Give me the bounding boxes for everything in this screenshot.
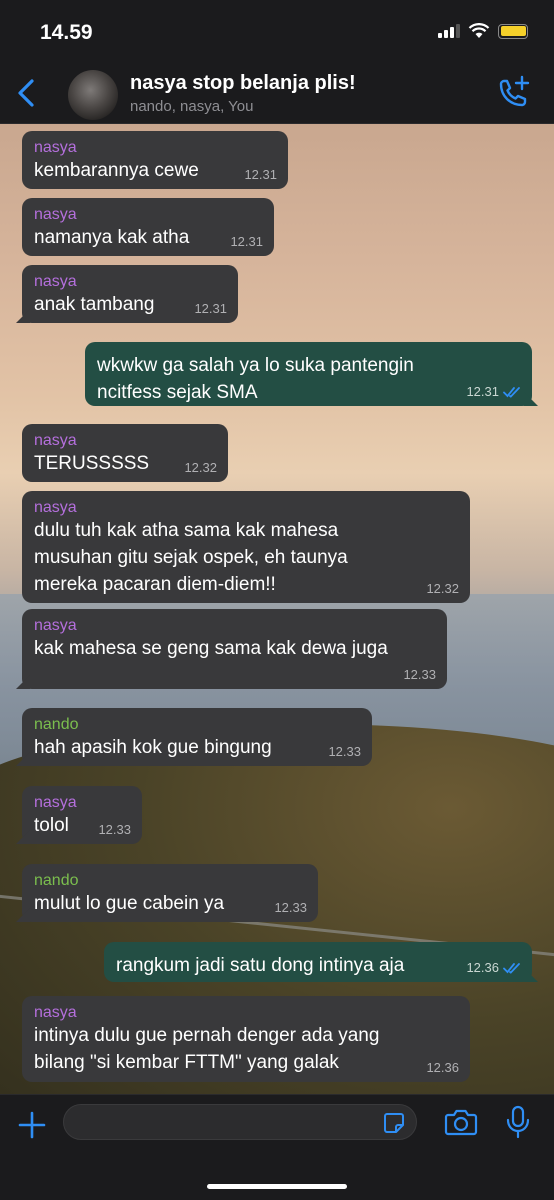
message-text: namanya kak atha <box>34 227 190 248</box>
double-check-icon <box>503 386 520 398</box>
bubble-tail <box>16 309 30 323</box>
chevron-left-icon[interactable] <box>12 76 42 110</box>
message-bubble[interactable]: nasya namanya kak atha 12.31 <box>22 198 274 256</box>
message-sender[interactable]: nasya <box>34 498 458 517</box>
message-bubble[interactable]: nasya kak mahesa se geng sama kak dewa ju… <box>16 609 447 689</box>
message-text: kembarannya cewe <box>34 160 199 181</box>
wifi-icon <box>468 23 490 38</box>
message-time: 12.33 <box>274 900 307 915</box>
message-input[interactable] <box>63 1104 417 1140</box>
message-meta: 12.31 <box>244 167 277 182</box>
message-sender[interactable]: nasya <box>34 616 435 635</box>
chat-title[interactable]: nasya stop belanja plis! <box>130 72 356 95</box>
message-sender[interactable]: nasya <box>34 431 216 450</box>
message-time: 12.36 <box>426 1060 459 1075</box>
message-time: 12.31 <box>194 301 227 316</box>
status-time: 14.59 <box>40 21 93 44</box>
message-bubble[interactable]: nasya dulu tuh kak atha sama kak mahesa m… <box>22 491 470 603</box>
message-text: kak mahesa se geng sama kak dewa juga <box>34 638 388 659</box>
message-meta: 12.31 <box>466 384 521 399</box>
group-avatar[interactable] <box>68 70 118 120</box>
add-call-icon[interactable] <box>492 74 532 114</box>
message-bubble[interactable]: nando mulut lo gue cabein ya 12.33 <box>16 864 318 922</box>
message-sender[interactable]: nasya <box>34 205 262 224</box>
message-meta: 12.31 <box>194 301 227 316</box>
message-time: 12.31 <box>230 234 263 249</box>
battery-icon <box>498 23 528 39</box>
message-text: hah apasih kok gue bingung <box>34 737 272 758</box>
message-bubble[interactable]: nasya TERUSSSSS 12.32 <box>22 424 228 482</box>
message-time: 12.36 <box>466 960 499 975</box>
message-sender[interactable]: nando <box>34 715 360 734</box>
message-meta: 12.33 <box>328 744 361 759</box>
message-meta: 12.33 <box>98 822 131 837</box>
message-text: dulu tuh kak atha sama kak mahesa musuha… <box>34 520 348 595</box>
message-time: 12.31 <box>244 167 277 182</box>
message-bubble[interactable]: wkwkw ga salah ya lo suka pantengin ncit… <box>85 342 538 406</box>
camera-icon[interactable] <box>444 1108 478 1136</box>
message-time: 12.31 <box>466 384 499 399</box>
message-bubble[interactable]: nasya kembarannya cewe 12.31 <box>22 131 288 189</box>
message-sender[interactable]: nasya <box>34 1003 458 1022</box>
message-text: mulut lo gue cabein ya <box>34 893 225 914</box>
message-list[interactable]: nasya kembarannya cewe 12.31 nasya namanya k… <box>0 124 554 1094</box>
message-meta: 12.32 <box>184 460 217 475</box>
message-meta: 12.33 <box>403 667 436 682</box>
status-bar: 14.59 <box>0 0 554 62</box>
message-time: 12.33 <box>403 667 436 682</box>
microphone-icon[interactable] <box>504 1105 532 1139</box>
bubble-tail <box>16 752 30 766</box>
status-icons <box>438 23 528 39</box>
message-bubble[interactable]: nando hah apasih kok gue bingung 12.33 <box>16 708 372 766</box>
plus-icon[interactable] <box>16 1109 48 1141</box>
input-bar <box>0 1094 554 1200</box>
message-bubble[interactable]: nasya intinya dulu gue pernah denger ada … <box>22 996 470 1082</box>
chat-header: nasya stop belanja plis! nando, nasya, Y… <box>0 62 554 124</box>
home-indicator <box>207 1184 347 1189</box>
message-time: 12.32 <box>184 460 217 475</box>
message-sender[interactable]: nasya <box>34 793 130 812</box>
message-text: wkwkw ga salah ya lo suka pantengin ncit… <box>97 355 414 403</box>
message-meta: 12.36 <box>466 960 521 975</box>
message-sender[interactable]: nasya <box>34 138 276 157</box>
message-meta: 12.31 <box>230 234 263 249</box>
message-bubble[interactable]: rangkum jadi satu dong intinya aja 12.36 <box>104 942 538 982</box>
message-sender[interactable]: nasya <box>34 272 226 291</box>
chat-members[interactable]: nando, nasya, You <box>130 98 253 115</box>
message-bubble[interactable]: nasya tolol 12.33 <box>16 786 142 844</box>
message-meta: 12.32 <box>426 581 459 596</box>
message-text: rangkum jadi satu dong intinya aja <box>116 955 405 976</box>
message-time: 12.33 <box>328 744 361 759</box>
message-meta: 12.33 <box>274 900 307 915</box>
message-bubble[interactable]: nasya anak tambang 12.31 <box>16 265 238 323</box>
bubble-tail <box>524 392 538 406</box>
message-time: 12.32 <box>426 581 459 596</box>
sticker-icon[interactable] <box>382 1111 406 1135</box>
message-text: intinya dulu gue pernah denger ada yang … <box>34 1025 380 1073</box>
bubble-tail <box>16 675 30 689</box>
signal-icon <box>438 24 460 38</box>
bubble-tail <box>16 908 30 922</box>
message-sender[interactable]: nando <box>34 871 306 890</box>
message-meta: 12.36 <box>426 1060 459 1075</box>
bubble-tail <box>524 968 538 982</box>
bubble-tail <box>16 830 30 844</box>
double-check-icon <box>503 962 520 974</box>
message-time: 12.33 <box>98 822 131 837</box>
